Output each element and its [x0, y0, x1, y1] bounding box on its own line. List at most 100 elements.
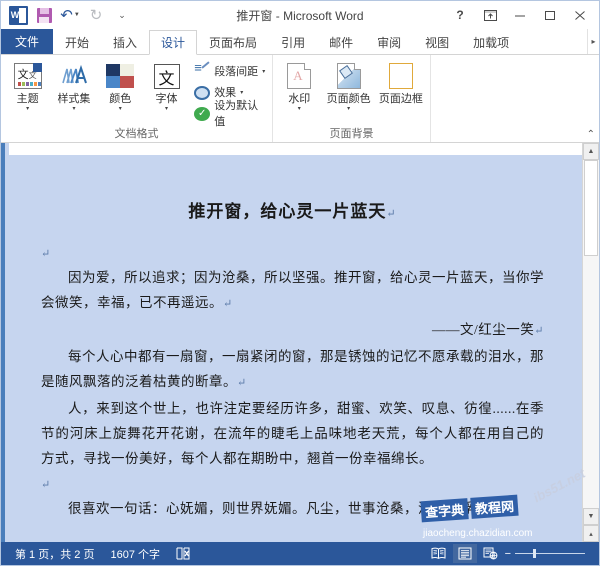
- page-indicator[interactable]: 第 1 页，共 2 页: [7, 546, 102, 562]
- zoom-out-button[interactable]: −: [505, 548, 511, 560]
- tab-review[interactable]: 审阅: [365, 30, 413, 54]
- scroll-down-icon[interactable]: ▼: [583, 508, 599, 525]
- collapse-ribbon-icon[interactable]: ⌃: [587, 129, 595, 140]
- zoom-control[interactable]: −: [505, 548, 587, 560]
- paragraph-text: 每个人心中都有一扇窗，一扇紧闭的窗，那是锈蚀的记忆不愿承载的泪水，那是随风飘落的…: [41, 349, 544, 389]
- ribbon-display-options-button[interactable]: [475, 2, 505, 28]
- proofing-errors-icon[interactable]: [168, 547, 199, 560]
- paragraph-text: 人，来到这个世上，也许注定要经历许多，甜蜜、欢笑、叹息、彷徨......在季节的…: [41, 401, 544, 466]
- title-bar: W ↶ ▼ ↻ ⌄ 推开窗 - Microsoft Word ?: [1, 1, 599, 29]
- theme-button[interactable]: 文文 主题 ▾: [5, 58, 50, 112]
- page-color-label: 页面颜色: [326, 93, 371, 105]
- fonts-icon: 文: [151, 61, 183, 91]
- page-top-gap: [9, 143, 582, 155]
- ribbon-empty-area: [431, 55, 599, 142]
- zoom-slider-track[interactable]: [515, 549, 585, 558]
- page-border-label: 页面边框: [378, 93, 423, 105]
- document-paragraph: 很喜欢一句话：心妩媚，则世界妩媚。凡尘，世事沧桑，流年沉浮，也许: [41, 496, 544, 521]
- paragraph-spacing-icon: [194, 60, 210, 79]
- web-layout-view-button[interactable]: [479, 544, 503, 563]
- document-paragraph-attribution: ——文/红尘一笑↵: [41, 317, 544, 344]
- word-window: W ↶ ▼ ↻ ⌄ 推开窗 - Microsoft Word ? 文件 开始 插…: [0, 0, 600, 566]
- set-as-default-button[interactable]: ✓ 设为默认值: [194, 100, 268, 128]
- tab-mailings[interactable]: 邮件: [317, 30, 365, 54]
- document-paragraph: 每个人心中都有一扇窗，一扇紧闭的窗，那是锈蚀的记忆不愿承载的泪水，那是随风飘落的…: [41, 344, 544, 396]
- close-button[interactable]: [565, 2, 595, 28]
- document-paragraph: ↵: [41, 240, 544, 265]
- theme-label: 主题: [16, 93, 39, 105]
- scrollbar-track[interactable]: [583, 160, 599, 508]
- tab-view[interactable]: 视图: [413, 30, 461, 54]
- style-set-button[interactable]: 样式集 ▾: [51, 58, 96, 112]
- tab-file[interactable]: 文件: [1, 29, 53, 54]
- tab-design[interactable]: 设计: [149, 30, 198, 55]
- page-border-button[interactable]: 页面边框: [376, 58, 426, 106]
- paragraph-mark-icon: ↵: [386, 208, 397, 220]
- ribbon: 文文 主题 ▾ 样式集 ▾ 颜色 ▾ 文 字体 ▾ ≡ 段落间距 ▾ 效果 ▾ …: [1, 55, 599, 143]
- tab-addins[interactable]: 加载项: [461, 30, 521, 54]
- scroll-previous-page-icon[interactable]: ▴: [583, 525, 599, 542]
- status-bar: 第 1 页，共 2 页 1607 个字 −: [1, 542, 599, 565]
- paragraph-mark-icon: ↵: [237, 377, 247, 389]
- document-text-body[interactable]: 推开窗，给心灵一片蓝天↵ ↵ 因为爱，所以追求；因为沧桑，所以坚强。推开窗，给心…: [5, 155, 582, 521]
- redo-icon[interactable]: ↻: [84, 4, 108, 26]
- paragraph-spacing-button[interactable]: 段落间距 ▾: [194, 60, 268, 80]
- tab-insert[interactable]: 插入: [101, 30, 149, 54]
- zoom-slider-thumb[interactable]: [533, 549, 536, 558]
- paragraph-spacing-dropdown-icon[interactable]: ▾: [262, 68, 265, 75]
- theme-dropdown-icon[interactable]: ▾: [26, 106, 29, 112]
- fonts-dropdown-icon[interactable]: ▾: [165, 106, 168, 112]
- print-layout-view-button[interactable]: [452, 544, 477, 563]
- paragraph-mark-icon: ↵: [41, 248, 51, 260]
- watermark-button[interactable]: A 水印 ▾: [277, 58, 321, 112]
- watermark-label: 水印: [288, 93, 311, 105]
- quick-access-toolbar: W ↶ ▼ ↻ ⌄: [1, 4, 134, 26]
- document-area: 推开窗，给心灵一片蓝天↵ ↵ 因为爱，所以追求；因为沧桑，所以坚强。推开窗，给心…: [1, 143, 599, 542]
- style-set-dropdown-icon[interactable]: ▾: [72, 106, 75, 112]
- document-heading-text: 推开窗，给心灵一片蓝天: [188, 202, 387, 221]
- scrollbar-thumb[interactable]: [584, 160, 598, 256]
- paragraph-text: ——文/红尘一笑: [432, 322, 535, 337]
- colors-button[interactable]: 颜色 ▾: [98, 58, 143, 112]
- set-as-default-label: 设为默认值: [214, 100, 259, 128]
- page-color-button[interactable]: 页面颜色 ▾: [323, 58, 373, 112]
- tab-page-layout[interactable]: 页面布局: [197, 30, 269, 54]
- effects-dropdown-icon[interactable]: ▾: [240, 89, 243, 96]
- word-app-icon[interactable]: W: [6, 4, 30, 26]
- document-heading: 推开窗，给心灵一片蓝天↵: [41, 197, 544, 222]
- tab-home[interactable]: 开始: [53, 30, 101, 54]
- read-mode-view-button[interactable]: [427, 544, 451, 563]
- document-page[interactable]: 推开窗，给心灵一片蓝天↵ ↵ 因为爱，所以追求；因为沧桑，所以坚强。推开窗，给心…: [5, 143, 599, 542]
- document-paragraph: 因为爱，所以追求；因为沧桑，所以坚强。推开窗，给心灵一片蓝天，当你学会微笑，幸福…: [41, 265, 544, 317]
- maximize-button[interactable]: [535, 2, 565, 28]
- save-icon[interactable]: [32, 4, 56, 26]
- watermark-dropdown-icon[interactable]: ▾: [298, 106, 301, 112]
- group-label-page-background: 页面背景: [329, 128, 374, 140]
- paragraph-text: 很喜欢一句话：心妩媚，则世界妩媚。凡尘，世事沧桑，流年沉浮，也许: [68, 501, 516, 516]
- fonts-button[interactable]: 文 字体 ▾: [144, 58, 189, 112]
- tab-references[interactable]: 引用: [269, 30, 317, 54]
- paragraph-mark-icon: ↵: [41, 479, 51, 491]
- undo-icon[interactable]: ↶ ▼: [58, 4, 82, 26]
- paragraph-mark-icon: ↵: [223, 298, 233, 310]
- set-as-default-icon: ✓: [194, 106, 211, 121]
- colors-label: 颜色: [109, 93, 132, 105]
- colors-dropdown-icon[interactable]: ▾: [119, 106, 122, 112]
- minimize-button[interactable]: [505, 2, 535, 28]
- customize-qat-icon[interactable]: ⌄: [110, 4, 134, 26]
- style-set-icon: [58, 61, 90, 91]
- paragraph-spacing-label: 段落间距: [214, 66, 259, 78]
- vertical-scrollbar[interactable]: ▲ ▼ ▴: [582, 143, 599, 542]
- theme-icon: 文文: [12, 61, 44, 91]
- watermark-icon: A: [283, 61, 315, 91]
- tab-scroll-right-icon[interactable]: ▸: [587, 29, 599, 54]
- page-border-icon: [385, 61, 417, 91]
- effects-icon: [194, 85, 211, 100]
- word-count[interactable]: 1607 个字: [102, 546, 168, 562]
- colors-icon: [104, 61, 136, 91]
- ribbon-group-page-background: A 水印 ▾ 页面颜色 ▾ 页面边框 页面背景: [273, 55, 431, 142]
- scroll-up-icon[interactable]: ▲: [583, 143, 599, 160]
- paragraph-text: 因为爱，所以追求；因为沧桑，所以坚强。推开窗，给心灵一片蓝天，当你学会微笑，幸福…: [41, 270, 544, 310]
- page-color-dropdown-icon[interactable]: ▾: [347, 106, 350, 112]
- help-button[interactable]: ?: [445, 2, 475, 28]
